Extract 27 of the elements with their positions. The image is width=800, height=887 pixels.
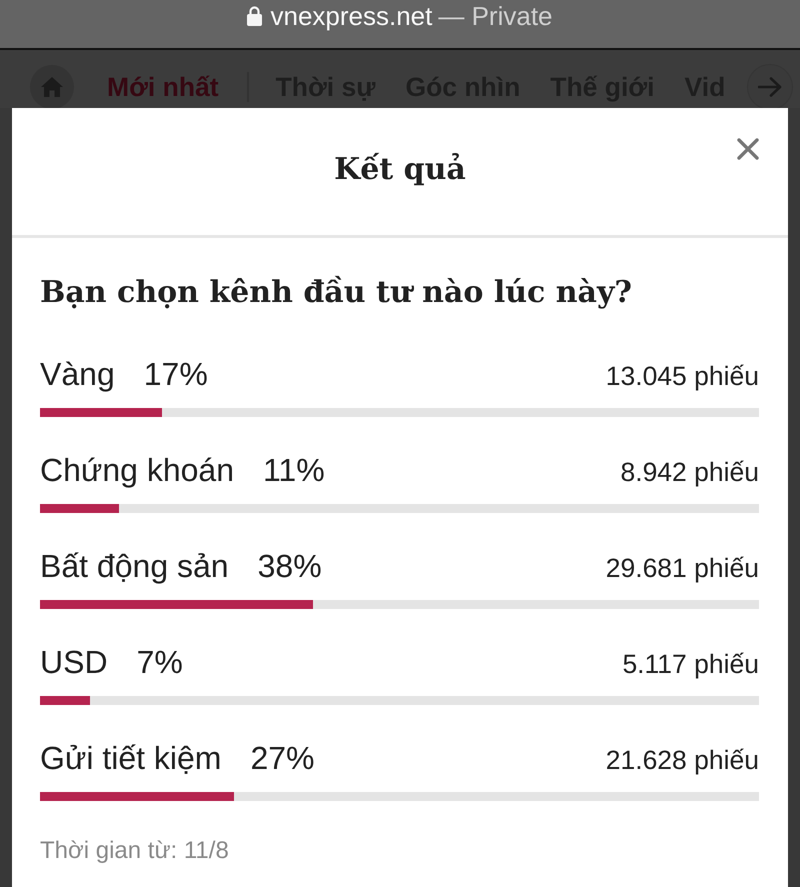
option-percent: 7% [136, 643, 183, 682]
vote-count: 8.942 phiếu [620, 456, 759, 489]
home-button[interactable] [30, 65, 74, 108]
option-percent: 17% [144, 355, 208, 394]
vote-count: 5.117 phiếu [622, 648, 759, 681]
option-label: Chứng khoán [40, 451, 234, 490]
scroll-right-button[interactable] [748, 65, 792, 108]
home-icon [41, 77, 63, 97]
option-label: Vàng [40, 355, 115, 394]
option-label: Gửi tiết kiệm [40, 739, 222, 778]
url-text[interactable]: vnexpress.net [270, 2, 432, 30]
vote-count: 21.628 phiếu [606, 744, 759, 777]
arrow-right-icon [758, 77, 782, 97]
vote-count: 13.045 phiếu [606, 360, 759, 393]
dialog-title: Kết quả [334, 152, 466, 187]
lock-icon [247, 6, 262, 26]
option-percent: 38% [258, 547, 322, 586]
close-icon [737, 138, 759, 160]
option-percent: 27% [250, 739, 314, 778]
option-label: Bất động sản [40, 547, 229, 586]
poll-question: Bạn chọn kênh đầu tư nào lúc này? [40, 274, 634, 312]
poll-start-date: Thời gian từ: 11/8 [40, 837, 229, 865]
close-button[interactable] [735, 136, 761, 162]
vote-count: 29.681 phiếu [606, 552, 759, 585]
private-mode-label: — Private [438, 2, 553, 30]
option-label: USD [40, 643, 108, 682]
option-percent: 11% [263, 451, 325, 490]
